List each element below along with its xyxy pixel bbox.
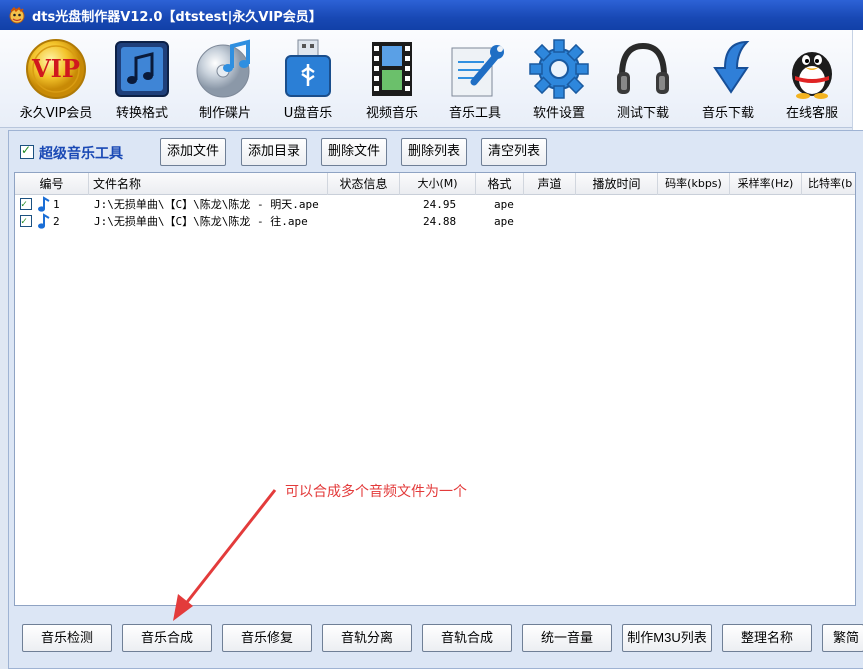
table-row[interactable]: 2 J:\无损单曲\【C】\陈龙\陈龙 - 往.ape 24.88 ape	[15, 213, 855, 230]
row-number: 1	[53, 198, 60, 211]
column-header-channels[interactable]: 声道	[524, 173, 576, 195]
row-filename: J:\无损单曲\【C】\陈龙\陈龙 - 往.ape	[94, 215, 308, 228]
toolbar-label: 制作碟片	[198, 106, 251, 121]
row-number: 2	[53, 215, 60, 228]
row-filename: J:\无损单曲\【C】\陈龙\陈龙 - 明天.ape	[94, 198, 319, 211]
toolbar-label: 转换格式	[115, 106, 168, 121]
delete-list-button[interactable]: 删除列表	[401, 138, 468, 166]
column-header-samplerate[interactable]: 采样率(Hz)	[730, 173, 802, 195]
annotation-arrow-icon	[173, 489, 277, 621]
vip-badge-icon: VIP	[26, 39, 86, 99]
traditional-simplified-button[interactable]: 繁简	[822, 624, 863, 652]
tool-title: 超级音乐工具	[39, 146, 123, 162]
column-header-format[interactable]: 格式	[476, 173, 524, 195]
row-format: ape	[494, 215, 514, 228]
delete-file-button[interactable]: 删除文件	[321, 138, 388, 166]
tool-header: 超级音乐工具 添加文件 添加目录 删除文件 删除列表 清空列表	[10, 136, 855, 168]
make-m3u-button[interactable]: 制作M3U列表	[622, 624, 712, 652]
toolbar-label: 在线客服	[785, 106, 838, 121]
window-title: dts光盘制作器V12.0【dtstest|永久VIP会员】	[32, 9, 322, 25]
music-note-icon	[38, 213, 50, 229]
row-checkbox[interactable]	[20, 213, 32, 230]
column-header-bits[interactable]: 比特率(b	[802, 173, 855, 195]
film-strip-icon	[372, 42, 412, 96]
column-header-number[interactable]: 编号	[15, 173, 89, 195]
toolbar-label: 测试下载	[616, 106, 669, 121]
music-note-icon	[115, 41, 169, 97]
title-bar: dts光盘制作器V12.0【dtstest|永久VIP会员】	[0, 0, 863, 30]
toolbar-label: U盘音乐	[283, 106, 333, 121]
toolbar-usb-music-button[interactable]: U盘音乐	[268, 36, 348, 124]
row-checkbox[interactable]	[20, 196, 32, 213]
toolbar-video-music-button[interactable]: 视频音乐	[352, 36, 432, 124]
add-file-button[interactable]: 添加文件	[160, 138, 227, 166]
app-icon	[9, 6, 25, 24]
row-size: 24.95	[423, 198, 457, 211]
row-size: 24.88	[423, 215, 457, 228]
column-header-status[interactable]: 状态信息	[328, 173, 400, 195]
usb-drive-icon	[285, 39, 331, 97]
toolbar-burn-disc-button[interactable]: 制作碟片	[185, 36, 265, 124]
music-check-button[interactable]: 音乐检测	[22, 624, 112, 652]
column-header-filename[interactable]: 文件名称	[89, 173, 328, 195]
annotation-text: 可以合成多个音频文件为一个	[285, 484, 467, 500]
music-repair-button[interactable]: 音乐修复	[222, 624, 312, 652]
toolbar-test-download-button[interactable]: 测试下载	[603, 36, 683, 124]
gear-icon	[529, 39, 589, 99]
normalize-volume-button[interactable]: 统一音量	[522, 624, 612, 652]
track-merge-button[interactable]: 音轨合成	[422, 624, 512, 652]
clear-list-button[interactable]: 清空列表	[481, 138, 548, 166]
disc-icon	[196, 39, 250, 98]
toolbar-music-download-button[interactable]: 音乐下载	[688, 36, 768, 124]
headphones-icon	[617, 42, 669, 94]
toolbar-music-tools-button[interactable]: 音乐工具	[435, 36, 515, 124]
toolbar-label: 永久VIP会员	[19, 106, 93, 121]
penguin-icon	[792, 52, 832, 99]
track-split-button[interactable]: 音轨分离	[322, 624, 412, 652]
column-header-bitrate[interactable]: 码率(kbps)	[658, 173, 730, 195]
download-arrow-icon	[713, 40, 750, 94]
toolbar-label: 软件设置	[532, 106, 585, 121]
toolbar-vip-button[interactable]: VIP 永久VIP会员	[16, 36, 96, 124]
toolbar-label: 视频音乐	[365, 106, 418, 121]
toolbar-convert-button[interactable]: 转换格式	[102, 36, 182, 124]
table-row[interactable]: 1 J:\无损单曲\【C】\陈龙\陈龙 - 明天.ape 24.95 ape	[15, 196, 855, 213]
organize-names-button[interactable]: 整理名称	[722, 624, 812, 652]
main-toolbar: VIP 永久VIP会员 转换格式 制作碟片 U盘音乐 视频音乐 音乐工具 软件设…	[0, 30, 863, 128]
tool-enable-checkbox[interactable]	[20, 143, 34, 159]
music-note-icon	[38, 196, 50, 212]
toolbar-label: 音乐工具	[448, 106, 501, 121]
toolbar-settings-button[interactable]: 软件设置	[519, 36, 599, 124]
toolbar-label: 音乐下载	[701, 106, 754, 121]
tools-icon	[451, 45, 504, 97]
svg-text:VIP: VIP	[31, 54, 80, 83]
bottom-toolbar: 音乐检测 音乐合成 音乐修复 音轨分离 音轨合成 统一音量 制作M3U列表 整理…	[14, 620, 863, 655]
row-format: ape	[494, 198, 514, 211]
file-list[interactable]: 编号 文件名称 状态信息 大小(M) 格式 声道 播放时间 码率(kbps) 采…	[14, 172, 856, 606]
column-header-duration[interactable]: 播放时间	[576, 173, 658, 195]
music-merge-button[interactable]: 音乐合成	[122, 624, 212, 652]
column-header-size[interactable]: 大小(M)	[400, 173, 476, 195]
toolbar-online-support-button[interactable]: 在线客服	[772, 36, 852, 124]
add-folder-button[interactable]: 添加目录	[241, 138, 308, 166]
list-header: 编号 文件名称 状态信息 大小(M) 格式 声道 播放时间 码率(kbps) 采…	[15, 173, 855, 195]
